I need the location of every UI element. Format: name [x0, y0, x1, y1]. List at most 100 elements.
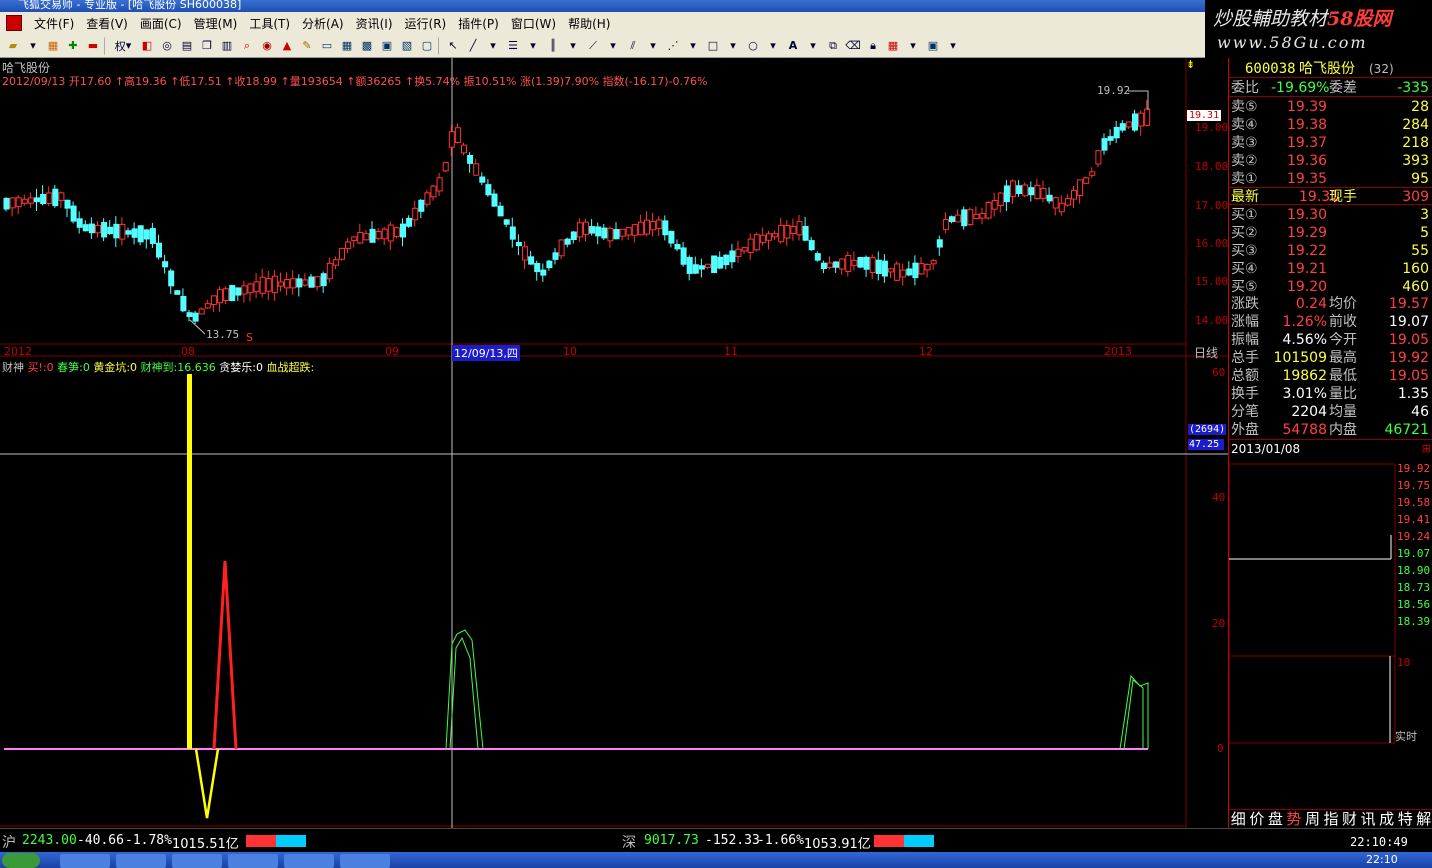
table-icon[interactable]: ▦ — [338, 37, 356, 55]
menu-run[interactable]: 运行(R) — [399, 15, 453, 32]
cursor-count-tag: (2694) — [1188, 424, 1227, 435]
date-tick: 12 — [919, 345, 933, 358]
dropdown-icon[interactable]: ▾ — [644, 37, 662, 55]
intraday-price-tick: 19.41 — [1397, 513, 1431, 526]
copy-tool-icon[interactable]: ⧉ — [824, 37, 842, 55]
dropdown-icon[interactable]: ▾ — [524, 37, 542, 55]
dropdown-icon[interactable]: ▾ — [684, 37, 702, 55]
chart-canvas[interactable] — [0, 58, 1228, 828]
low-label: 13.75 — [206, 328, 240, 341]
calendar-icon[interactable]: ▣ — [378, 37, 396, 55]
rights-dropdown[interactable]: 权 ▾ — [110, 37, 136, 55]
hline-tool-icon[interactable]: ☰ — [504, 37, 522, 55]
period-label[interactable]: 日线 — [1194, 344, 1218, 361]
pencil-icon[interactable]: ✎ — [298, 37, 316, 55]
refresh-icon[interactable]: ◉ — [258, 37, 276, 55]
layout-icon[interactable]: ▤ — [178, 37, 196, 55]
indicator-name[interactable]: 财神 — [2, 361, 24, 374]
book-icon[interactable]: ▥ — [218, 37, 236, 55]
menu-manage[interactable]: 管理(M) — [188, 15, 244, 32]
dropdown-icon[interactable]: ▾ — [904, 37, 922, 55]
search-icon[interactable]: ⌕ — [238, 37, 256, 55]
window-split-icon[interactable]: ▭ — [318, 37, 336, 55]
taskbar-app[interactable] — [228, 854, 278, 868]
quote-tab[interactable]: 成 — [1377, 810, 1396, 828]
sz-index[interactable]: 9017.73 — [644, 833, 699, 848]
bid-row: 买⑤ 19.20 460 — [1229, 278, 1432, 296]
dropdown-icon[interactable]: ▾ — [484, 37, 502, 55]
candle-body — [34, 197, 40, 203]
candle-body — [204, 303, 211, 309]
grid-icon[interactable]: ▦ — [44, 37, 62, 55]
stat-row: 外盘 54788 内盘 46721 — [1229, 421, 1432, 439]
menu-view[interactable]: 查看(V) — [80, 15, 134, 32]
stat-label: 量比 — [1329, 386, 1357, 402]
sh-index[interactable]: 2243.00 — [22, 833, 77, 848]
vline-tool-icon[interactable]: ║ — [544, 37, 562, 55]
dropdown-icon[interactable]: ▾ — [944, 37, 962, 55]
cursor-icon[interactable]: ↖ — [444, 37, 462, 55]
open-folder-icon[interactable]: ▰ — [4, 37, 22, 55]
copy-icon[interactable]: ❐ — [198, 37, 216, 55]
rect-tool-icon[interactable]: □ — [704, 37, 722, 55]
menu-analysis[interactable]: 分析(A) — [296, 15, 350, 32]
chart-icon[interactable]: ▧ — [398, 37, 416, 55]
app-icon[interactable] — [6, 15, 22, 31]
candle-body — [729, 250, 736, 263]
menu-info[interactable]: 资讯(I) — [350, 15, 399, 32]
zoom-in-icon[interactable]: ✚ — [64, 37, 82, 55]
quote-tab[interactable]: 财 — [1340, 810, 1359, 828]
lock-icon[interactable]: 🔒︎ — [864, 37, 882, 55]
candle-body — [576, 222, 583, 238]
scroll-marker-icon[interactable]: ⇟ — [1186, 58, 1195, 71]
date-tick: 11 — [724, 345, 738, 358]
dropdown-icon[interactable]: ▾ — [764, 37, 782, 55]
menu-file[interactable]: 文件(F) — [28, 15, 80, 32]
quote-tab[interactable]: 解 — [1414, 810, 1432, 828]
taskbar-app[interactable] — [116, 854, 166, 868]
quote-tab[interactable]: 指 — [1322, 810, 1341, 828]
dropdown-icon[interactable]: ▾ — [24, 37, 42, 55]
taskbar-app[interactable] — [60, 854, 110, 868]
indicator-spring: 春笋:0 — [57, 361, 90, 374]
menu-tools[interactable]: 工具(T) — [243, 15, 296, 32]
line-tool-icon[interactable]: ╱ — [464, 37, 482, 55]
quote-tab[interactable]: 盘 — [1266, 810, 1285, 828]
dropdown-icon[interactable]: ▾ — [804, 37, 822, 55]
quote-tab[interactable]: 细 — [1229, 810, 1248, 828]
save-icon[interactable]: ▣ — [924, 37, 942, 55]
eraser-icon[interactable]: ⌫ — [844, 37, 862, 55]
dropdown-icon[interactable]: ▾ — [724, 37, 742, 55]
quote-tab[interactable]: 讯 — [1359, 810, 1378, 828]
quote-tab[interactable]: 周 — [1303, 810, 1322, 828]
color-icon[interactable]: ▦ — [884, 37, 902, 55]
realtime-label[interactable]: 实时 — [1395, 728, 1417, 744]
fan-tool-icon[interactable]: ⟋ — [584, 37, 602, 55]
menu-help[interactable]: 帮助(H) — [562, 15, 616, 32]
dropdown-icon[interactable]: ▾ — [604, 37, 622, 55]
quote-tabs: 细价盘势周指财讯成特解 — [1229, 809, 1432, 828]
ellipse-tool-icon[interactable]: ○ — [744, 37, 762, 55]
quote-tab[interactable]: 特 — [1396, 810, 1415, 828]
zoom-out-icon[interactable]: ▬ — [84, 37, 102, 55]
taskbar-app[interactable] — [172, 854, 222, 868]
menu-window[interactable]: 窗口(W) — [505, 15, 562, 32]
alarm-icon[interactable]: ▲ — [278, 37, 296, 55]
candle-body — [137, 225, 144, 243]
channel-tool-icon[interactable]: ⫽ — [624, 37, 642, 55]
dropdown-icon[interactable]: ▾ — [564, 37, 582, 55]
menu-screen[interactable]: 画面(C) — [134, 15, 188, 32]
compare-icon[interactable]: ◎ — [158, 37, 176, 55]
taskbar-app[interactable] — [284, 854, 334, 868]
parallel-tool-icon[interactable]: ⋰ — [664, 37, 682, 55]
quote-tab[interactable]: 势 — [1285, 810, 1304, 828]
menu-plugins[interactable]: 插件(P) — [452, 15, 505, 32]
kline-icon[interactable]: ◧ — [138, 37, 156, 55]
grid2-icon[interactable]: ▩ — [358, 37, 376, 55]
monitor-icon[interactable]: ▢ — [418, 37, 436, 55]
quote-tab[interactable]: 价 — [1248, 810, 1267, 828]
text-tool-icon[interactable]: A — [784, 37, 802, 55]
start-button[interactable] — [2, 853, 40, 868]
taskbar-app[interactable] — [340, 854, 390, 868]
kline-chart-panel[interactable]: 哈飞股份 2012/09/13 开17.60 ↑高19.36 ↑低17.51 ↑… — [0, 58, 1228, 828]
